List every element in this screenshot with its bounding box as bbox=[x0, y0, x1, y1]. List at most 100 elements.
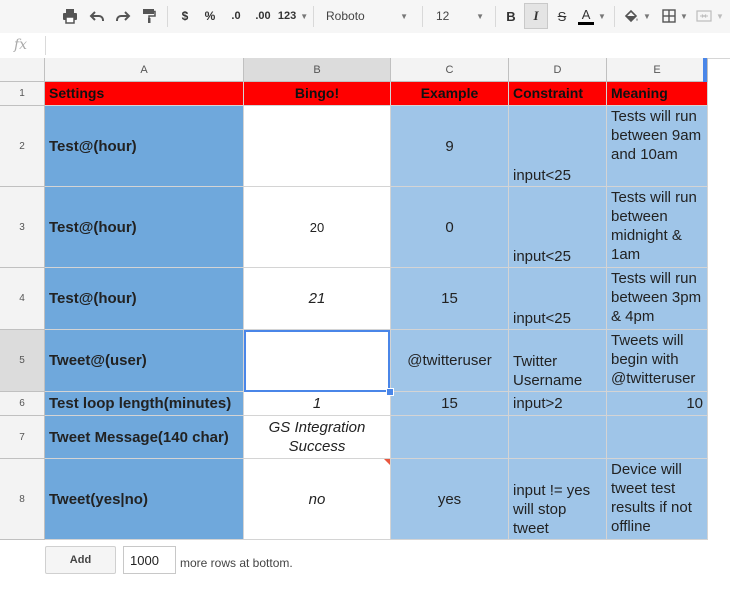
toolbar-divider bbox=[167, 6, 168, 27]
chevron-down-icon: ▼ bbox=[716, 11, 724, 21]
fill-color-button[interactable]: ▼ bbox=[620, 3, 654, 29]
row-header-8[interactable]: 8 bbox=[0, 459, 45, 540]
text-color-swatch bbox=[578, 21, 595, 25]
chevron-down-icon: ▼ bbox=[400, 11, 408, 21]
bold-button[interactable]: B bbox=[500, 3, 522, 29]
cell-c5[interactable]: @twitteruser bbox=[391, 330, 509, 392]
cell-a4[interactable]: Test@(hour) bbox=[45, 268, 244, 330]
add-rows-button[interactable]: Add bbox=[45, 546, 116, 574]
cell-a3[interactable]: Test@(hour) bbox=[45, 187, 244, 268]
cell-d4[interactable]: input<25 bbox=[509, 268, 607, 330]
cell-a5[interactable]: Tweet@(user) bbox=[45, 330, 244, 392]
select-all-corner[interactable] bbox=[0, 58, 45, 82]
chevron-down-icon: ▼ bbox=[680, 11, 688, 21]
column-header-c[interactable]: C bbox=[391, 58, 509, 82]
comment-indicator[interactable] bbox=[384, 459, 390, 465]
column-header-d[interactable]: D bbox=[509, 58, 607, 82]
strikethrough-button[interactable]: S bbox=[551, 3, 573, 29]
cell-d1[interactable]: Constraint bbox=[509, 82, 607, 106]
row-header-6[interactable]: 6 bbox=[0, 392, 45, 416]
column-header-a[interactable]: A bbox=[45, 58, 244, 82]
toolbar: $ % .0 .00 123 ▼ Roboto ▼ 12 ▼ B I S A ▼ ▼ … bbox=[0, 0, 730, 34]
cell-b7[interactable]: GS Integration Success bbox=[244, 416, 391, 459]
cell-c8[interactable]: yes bbox=[391, 459, 509, 540]
increase-decimals-button[interactable]: .00 bbox=[250, 3, 276, 29]
row-header-2[interactable]: 2 bbox=[0, 106, 45, 187]
text-color-glyph: A bbox=[581, 6, 591, 22]
borders-icon bbox=[662, 9, 676, 23]
cell-e7[interactable] bbox=[607, 416, 708, 459]
cell-c2[interactable]: 9 bbox=[391, 106, 509, 187]
cell-b4[interactable]: 21 bbox=[244, 268, 391, 330]
percent-format-button[interactable]: % bbox=[199, 3, 221, 29]
row-header-5[interactable]: 5 bbox=[0, 330, 45, 392]
cell-e5[interactable]: Tweets will begin with @twitteruser bbox=[607, 330, 708, 392]
cell-c6[interactable]: 15 bbox=[391, 392, 509, 416]
cell-b3[interactable]: 20 bbox=[244, 187, 391, 268]
fill-color-icon bbox=[624, 9, 638, 23]
cell-a2[interactable]: Test@(hour) bbox=[45, 106, 244, 187]
print-icon[interactable] bbox=[58, 3, 82, 29]
more-rows-label: more rows at bottom. bbox=[180, 556, 293, 570]
cell-d6[interactable]: input>2 bbox=[509, 392, 607, 416]
cell-c4[interactable]: 15 bbox=[391, 268, 509, 330]
column-header-b[interactable]: B bbox=[244, 58, 391, 82]
cell-a1[interactable]: Settings bbox=[45, 82, 244, 106]
function-icon: fx bbox=[14, 37, 28, 53]
cell-a6[interactable]: Test loop length(minutes) bbox=[45, 392, 244, 416]
cell-e4[interactable]: Tests will run between 3pm & 4pm bbox=[607, 268, 708, 330]
column-header-e[interactable]: E bbox=[607, 58, 708, 82]
row-header-4[interactable]: 4 bbox=[0, 268, 45, 330]
font-size-dropdown[interactable]: 12 ▼ bbox=[430, 3, 488, 29]
toolbar-divider bbox=[422, 6, 423, 27]
cell-d5[interactable]: Twitter Username bbox=[509, 330, 607, 392]
cell-e3[interactable]: Tests will run between midnight & 1am bbox=[607, 187, 708, 268]
cell-b5[interactable] bbox=[244, 330, 391, 392]
cell-b2[interactable] bbox=[244, 106, 391, 187]
row-header-3[interactable]: 3 bbox=[0, 187, 45, 268]
cell-c3[interactable]: 0 bbox=[391, 187, 509, 268]
merge-cells-button[interactable]: ▼ bbox=[694, 3, 726, 29]
cell-b8[interactable]: no bbox=[244, 459, 391, 540]
merge-cells-icon bbox=[696, 10, 712, 22]
cell-c7[interactable] bbox=[391, 416, 509, 459]
redo-icon[interactable] bbox=[111, 3, 135, 29]
cell-e6[interactable]: 10 bbox=[607, 392, 708, 416]
decrease-decimals-button[interactable]: .0 bbox=[224, 3, 248, 29]
formula-input[interactable] bbox=[50, 36, 720, 55]
more-formats-dropdown[interactable]: 123 ▼ bbox=[276, 3, 310, 29]
cell-a7[interactable]: Tweet Message(140 char) bbox=[45, 416, 244, 459]
font-family-dropdown[interactable]: Roboto ▼ bbox=[320, 3, 412, 29]
cell-b6[interactable]: 1 bbox=[244, 392, 391, 416]
toolbar-divider bbox=[495, 6, 496, 27]
more-formats-label: 123 bbox=[277, 10, 297, 22]
cell-e8[interactable]: Device will tweet test results if not of… bbox=[607, 459, 708, 540]
column-resize-handle[interactable] bbox=[703, 58, 707, 82]
cell-c1[interactable]: Example bbox=[391, 82, 509, 106]
cell-b1[interactable]: Bingo! bbox=[244, 82, 391, 106]
chevron-down-icon: ▼ bbox=[300, 11, 309, 21]
cell-e2[interactable]: Tests will run between 9am and 10am bbox=[607, 106, 708, 187]
cell-e1[interactable]: Meaning bbox=[607, 82, 708, 106]
currency-format-button[interactable]: $ bbox=[174, 3, 196, 29]
chevron-down-icon: ▼ bbox=[598, 11, 606, 21]
cell-d8[interactable]: input != yes will stop tweet bbox=[509, 459, 607, 540]
rows-count-input[interactable] bbox=[123, 546, 176, 574]
cell-a8[interactable]: Tweet(yes|no) bbox=[45, 459, 244, 540]
undo-icon[interactable] bbox=[85, 3, 109, 29]
font-size-value: 12 bbox=[436, 9, 450, 23]
row-header-7[interactable]: 7 bbox=[0, 416, 45, 459]
cell-d3[interactable]: input<25 bbox=[509, 187, 607, 268]
fill-handle[interactable] bbox=[386, 388, 394, 396]
italic-button[interactable]: I bbox=[524, 3, 548, 29]
toolbar-divider bbox=[313, 6, 314, 27]
formula-bar-divider bbox=[45, 36, 46, 55]
paint-format-icon[interactable] bbox=[137, 3, 161, 29]
font-family-value: Roboto bbox=[326, 9, 365, 23]
formula-bar: fx bbox=[0, 33, 730, 59]
cell-d7[interactable] bbox=[509, 416, 607, 459]
cell-d2[interactable]: input<25 bbox=[509, 106, 607, 187]
borders-button[interactable]: ▼ bbox=[659, 3, 691, 29]
row-header-1[interactable]: 1 bbox=[0, 82, 45, 106]
text-color-button[interactable]: A ▼ bbox=[575, 3, 609, 29]
